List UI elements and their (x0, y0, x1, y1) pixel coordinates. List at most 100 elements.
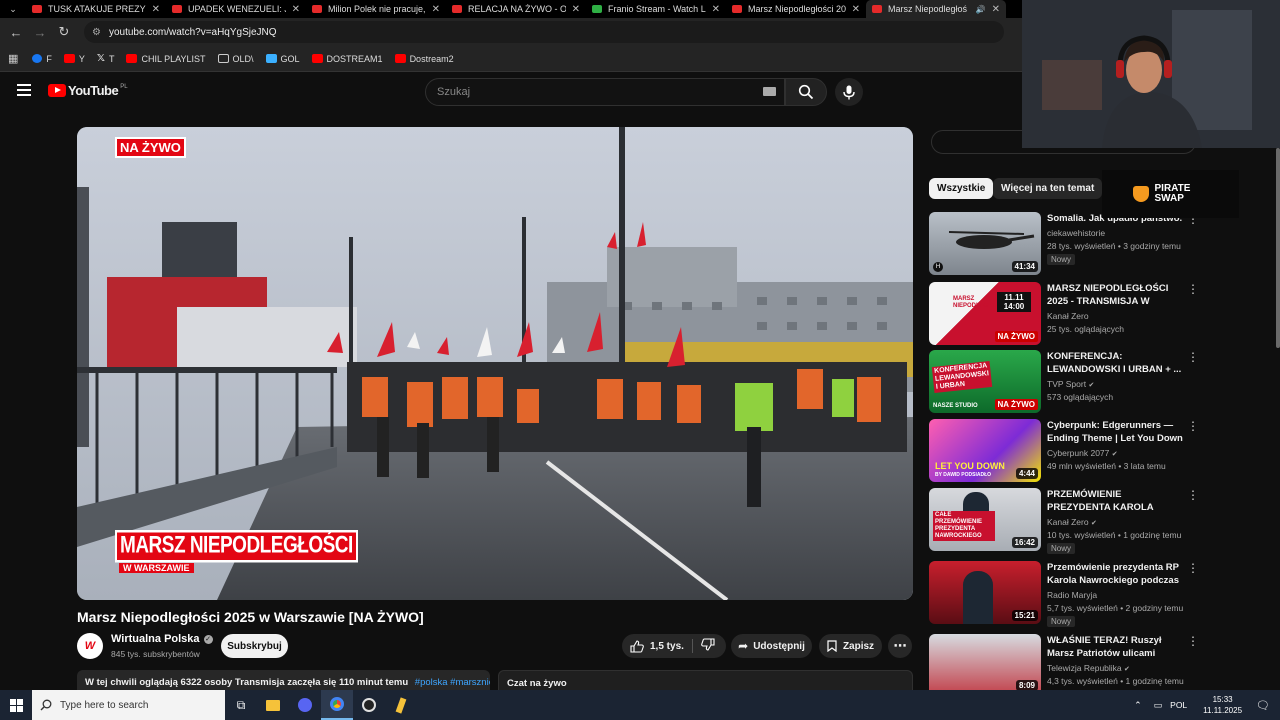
channel-avatar[interactable]: W (77, 633, 103, 659)
bookmark-item[interactable]: 𝕏T (97, 53, 115, 64)
channel-name-row[interactable]: Wirtualna Polska ✓ (111, 633, 213, 645)
file-explorer-icon[interactable] (257, 699, 289, 711)
recommendation-item[interactable]: 15:21 Przemówienie prezydenta RP Karola … (929, 561, 1199, 627)
language-indicator[interactable]: POL (1170, 700, 1187, 710)
like-button[interactable]: 1,5 tys. (630, 639, 684, 653)
new-badge: Nowy (1047, 616, 1076, 627)
recommendation-channel-row[interactable]: Kanał Zero ✔ (1047, 517, 1097, 527)
network-icon[interactable]: ▭ (1154, 700, 1163, 711)
recommendation-item[interactable]: 8:09 WŁAŚNIE TERAZ! Ruszył Marsz Patriot… (929, 634, 1194, 690)
close-tab-icon[interactable]: ✕ (712, 4, 720, 15)
description-hashtags[interactable]: #polska #marszniepodleglosci (415, 677, 490, 688)
task-view-icon[interactable]: ⧉ (225, 698, 257, 713)
description-box[interactable]: W tej chwili oglądają 6322 osoby Transmi… (77, 670, 490, 690)
kebab-menu-icon[interactable]: ⋮ (1187, 634, 1194, 648)
browser-tab[interactable]: Milion Polek nie pracuje, ✕ (306, 0, 446, 18)
verified-icon: ✔ (1124, 666, 1130, 673)
bookmark-item[interactable]: GOL (265, 53, 300, 64)
new-badge: Nowy (1047, 254, 1076, 265)
browser-tab[interactable]: Marsz Niepodległości 20 ✕ (726, 0, 866, 18)
browser-tab[interactable]: TUSK ATAKUJE PREZYDE ✕ (26, 0, 166, 18)
kebab-menu-icon[interactable]: ⋮ (1187, 350, 1199, 364)
url-omnibox[interactable]: ⚙ youtube.com/watch?v=aHqYgSjeJNQ (84, 21, 1004, 43)
share-button[interactable]: ➦ Udostępnij (731, 634, 812, 658)
browser-tab[interactable]: RELACJA NA ŻYWO - OG ✕ (446, 0, 586, 18)
youtube-favicon-icon (172, 5, 182, 13)
wp-logo-icon: W (84, 640, 96, 652)
search-button[interactable] (785, 78, 827, 106)
kebab-menu-icon[interactable]: ⋮ (1187, 488, 1199, 502)
voice-search-button[interactable] (835, 78, 863, 106)
recommendation-item[interactable]: LET YOU DOWN BY DAWID PODSIADŁO 4:44 Cyb… (929, 419, 1199, 485)
bookmark-item[interactable]: F (32, 54, 52, 64)
like-count: 1,5 tys. (650, 640, 684, 652)
streamer-webcam-image (1022, 0, 1280, 148)
recommendation-meta: 10 tys. wyświetleń • 1 godzinę temu (1047, 530, 1182, 540)
bookmark-label: GOL (280, 53, 300, 64)
video-player[interactable]: NA ŻYWO MARSZ NIEPODLEGŁOŚCI W WARSZAWIE (77, 127, 913, 600)
kebab-menu-icon[interactable]: ⋮ (1187, 561, 1199, 575)
youtube-icon (311, 54, 323, 63)
back-arrow-icon[interactable]: ← (4, 25, 28, 40)
video-title: Marsz Niepodległości 2025 w Warszawie [N… (77, 609, 424, 625)
close-tab-icon[interactable]: ✕ (572, 4, 580, 15)
close-tab-icon[interactable]: ✕ (852, 4, 860, 15)
bookmark-item[interactable]: DOSTREAM1 (311, 54, 383, 64)
more-actions-button[interactable]: ⋯ (888, 634, 912, 658)
notification-icon[interactable]: 🗨 (1256, 699, 1270, 712)
dislike-button[interactable] (701, 638, 715, 654)
chip-all[interactable]: Wszystkie (929, 178, 994, 199)
recommendation-item[interactable]: KONFERENCJA LEWANDOWSKI I URBAN NASZE ST… (929, 350, 1199, 416)
browser-tab[interactable]: Franio Stream - Watch Li ✕ (586, 0, 726, 18)
app-pencil-icon[interactable] (385, 696, 417, 714)
page-scrollbar[interactable] (1276, 148, 1280, 348)
bookmark-item[interactable]: Dostream2 (394, 54, 454, 64)
recommendation-item[interactable]: MARSZ NIEPODLEGŁOŚCI 11.11 14:00 NA ŻYWO… (929, 282, 1199, 348)
chrome-taskbar-icon[interactable] (321, 690, 353, 720)
browser-tab[interactable]: UPADEK WENEZUELI: Jak ✕ (166, 0, 306, 18)
taskbar-clock[interactable]: 15:33 11.11.2025 (1203, 694, 1242, 716)
recommendation-item[interactable]: CAŁE PRZEMÓWIENIE PREZYDENTA NAWROCKIEGO… (929, 488, 1199, 554)
bookmark-item[interactable]: Y (63, 54, 85, 64)
recommendation-item[interactable]: H 41:34 Somalia. Jak upadło państwo. cie… (929, 212, 1199, 278)
close-tab-icon[interactable]: ✕ (292, 4, 300, 15)
subscribe-button[interactable]: Subskrybuj (221, 634, 288, 658)
discord-icon[interactable] (289, 698, 321, 712)
kebab-menu-icon[interactable]: ⋮ (1187, 419, 1199, 433)
tab-search-chevron-icon[interactable]: ⌄ (0, 0, 26, 18)
share-arrow-icon: ➦ (738, 639, 749, 653)
taskbar-search-box[interactable]: Type here to search (32, 690, 225, 720)
recommendation-channel-row[interactable]: Telewizja Republika ✔ (1047, 663, 1130, 673)
live-chat-panel[interactable]: Czat na żywo (498, 670, 913, 690)
recommendation-channel[interactable]: Radio Maryja (1047, 590, 1097, 600)
forward-arrow-icon[interactable]: → (28, 25, 52, 40)
recommendation-title: Przemówienie prezydenta RP Karola Nawroc… (1047, 562, 1179, 586)
browser-tab-active[interactable]: Marsz Niepodległoś 🔊 ✕ (866, 0, 1006, 18)
search-input[interactable]: Szukaj (425, 78, 785, 106)
close-tab-icon[interactable]: ✕ (432, 4, 440, 15)
thumbnail-subtext: NASZE STUDIO (933, 403, 978, 409)
tray-chevron-icon[interactable]: ⌃ (1134, 700, 1142, 711)
recommendation-channel-row[interactable]: TVP Sport ✔ (1047, 379, 1094, 389)
keyboard-icon[interactable] (763, 87, 776, 96)
thumbnail-subtext: BY DAWID PODSIADŁO (935, 472, 992, 478)
chip-related[interactable]: Więcej na ten temat (993, 178, 1103, 199)
reload-icon[interactable]: ↻ (52, 24, 76, 40)
speaker-icon[interactable]: 🔊 (976, 5, 986, 14)
obs-icon[interactable] (353, 698, 385, 712)
close-tab-icon[interactable]: ✕ (992, 4, 1000, 15)
site-info-icon[interactable]: ⚙ (92, 27, 101, 38)
recommendation-channel[interactable]: Kanał Zero (1047, 311, 1089, 321)
apps-grid-icon[interactable]: ▦ (8, 52, 18, 65)
bookmark-item[interactable]: CHIL PLAYLIST (126, 54, 206, 64)
recommendation-channel-row[interactable]: Cyberpunk 2077 ✔ (1047, 448, 1118, 458)
bookmark-item[interactable]: OLD\ (217, 54, 254, 64)
windows-start-button[interactable] (0, 690, 32, 720)
hamburger-menu-icon[interactable] (17, 84, 31, 96)
close-tab-icon[interactable]: ✕ (152, 4, 160, 15)
like-dislike-group: 1,5 tys. (622, 634, 726, 658)
recommendation-channel[interactable]: ciekawehistorie (1047, 228, 1105, 238)
save-button[interactable]: Zapisz (819, 634, 882, 658)
kebab-menu-icon[interactable]: ⋮ (1187, 282, 1199, 296)
youtube-logo[interactable]: YouTube PL (48, 83, 128, 98)
